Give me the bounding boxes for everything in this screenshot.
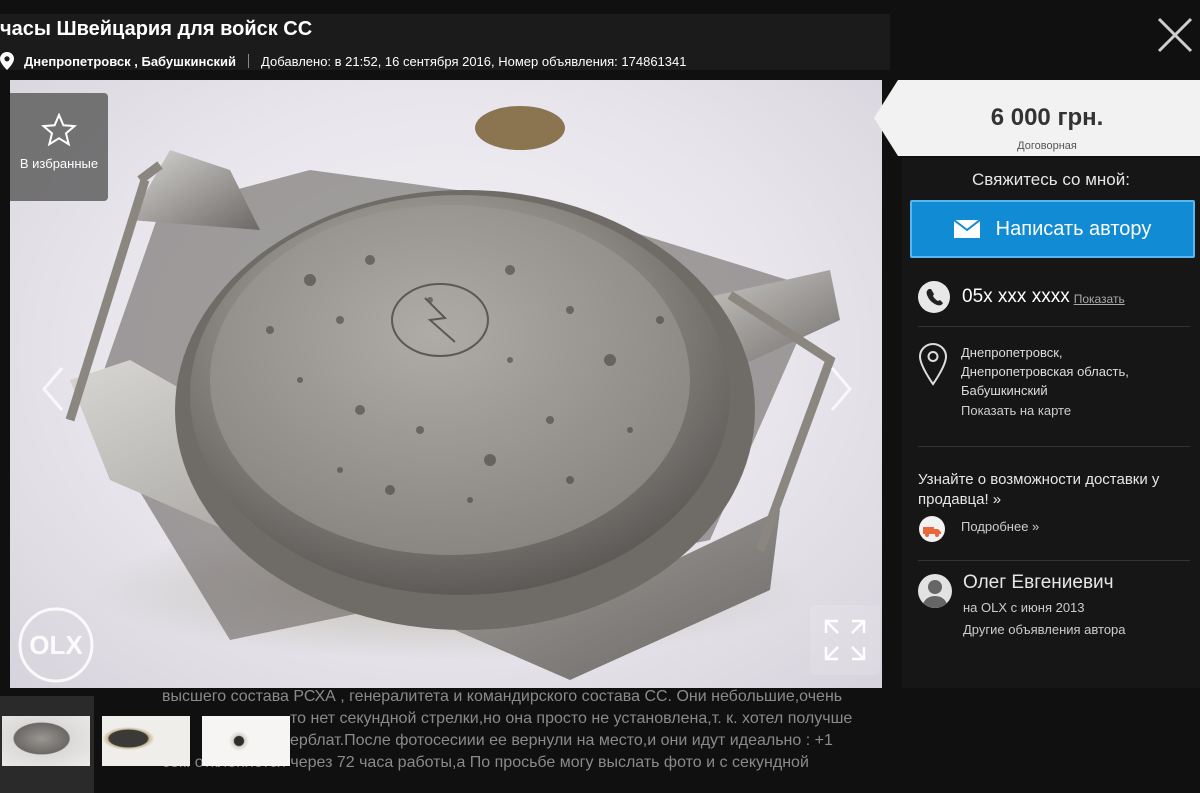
write-author-label: Написать автору bbox=[995, 217, 1152, 240]
fullscreen-button[interactable] bbox=[810, 605, 880, 675]
panel-divider bbox=[918, 326, 1190, 327]
thumbnail-image bbox=[102, 716, 190, 766]
phone-row: 05x xxx xxxx Показать bbox=[918, 281, 1125, 313]
user-icon bbox=[918, 574, 952, 608]
map-pin-icon bbox=[918, 342, 948, 386]
favorite-button[interactable]: В избранные bbox=[10, 93, 108, 201]
close-icon[interactable] bbox=[1156, 16, 1194, 54]
thumbnail-image bbox=[2, 716, 90, 766]
other-ads-link[interactable]: Другие объявления автора bbox=[963, 622, 1126, 637]
watch-image bbox=[65, 106, 840, 680]
delivery-info-link[interactable]: Узнайте о возможности доставки у продавц… bbox=[918, 470, 1198, 510]
seller-address: Днепропетровск, Днепропетровская область… bbox=[961, 343, 1129, 400]
page-title: часы Швейцария для войск СС bbox=[0, 18, 313, 40]
contact-heading: Свяжитесь со мной: bbox=[972, 170, 1130, 189]
ad-meta: Днепропетровск , Бабушкинский Добавлено:… bbox=[0, 52, 686, 70]
thumbnail-2[interactable] bbox=[100, 696, 194, 793]
phone-icon bbox=[918, 281, 950, 313]
meta-divider bbox=[248, 54, 250, 68]
address-line: Днепропетровск, bbox=[961, 345, 1063, 360]
chevron-right-icon[interactable] bbox=[826, 364, 856, 414]
thumbnail-image bbox=[202, 716, 290, 766]
ad-header: часы Швейцария для войск СС Днепропетров… bbox=[0, 14, 890, 70]
pin-icon bbox=[0, 52, 14, 70]
phone-number: 05x xxx xxxx bbox=[962, 286, 1070, 307]
address-line: Днепропетровская область, bbox=[961, 364, 1129, 379]
svg-text:OLX: OLX bbox=[29, 630, 83, 660]
show-phone-link[interactable]: Показать bbox=[1074, 292, 1125, 306]
main-photo[interactable]: В избранные OLX bbox=[10, 80, 882, 688]
price-value: 6 000 грн. bbox=[990, 104, 1104, 131]
address-line: Бабушкинский bbox=[961, 383, 1048, 398]
seller-since: на OLX с июня 2013 bbox=[963, 600, 1085, 615]
panel-divider bbox=[918, 446, 1190, 447]
panel-divider bbox=[918, 560, 1190, 561]
olx-watermark: OLX bbox=[18, 607, 94, 683]
ad-location[interactable]: Днепропетровск , Бабушкинский bbox=[24, 54, 236, 69]
price-note: Договорная bbox=[1017, 140, 1077, 152]
thumbnail-3[interactable] bbox=[200, 696, 294, 793]
ad-added-info: Добавлено: в 21:52, 16 сентября 2016, Но… bbox=[261, 53, 687, 69]
envelope-icon bbox=[953, 220, 980, 238]
fullscreen-icon bbox=[824, 619, 866, 661]
seller-name[interactable]: Олег Евгениевич bbox=[963, 572, 1114, 594]
show-on-map-link[interactable]: Показать на карте bbox=[961, 403, 1071, 418]
star-icon bbox=[41, 113, 77, 147]
thumbnail-strip bbox=[0, 696, 300, 793]
chevron-left-icon[interactable] bbox=[38, 364, 68, 414]
favorite-label: В избранные bbox=[19, 156, 99, 171]
delivery-more-link[interactable]: Подробнее » bbox=[961, 519, 1039, 534]
delivery-icon bbox=[919, 516, 945, 542]
write-author-button[interactable]: Написать автору bbox=[910, 200, 1195, 258]
thumbnail-1[interactable] bbox=[0, 696, 94, 793]
